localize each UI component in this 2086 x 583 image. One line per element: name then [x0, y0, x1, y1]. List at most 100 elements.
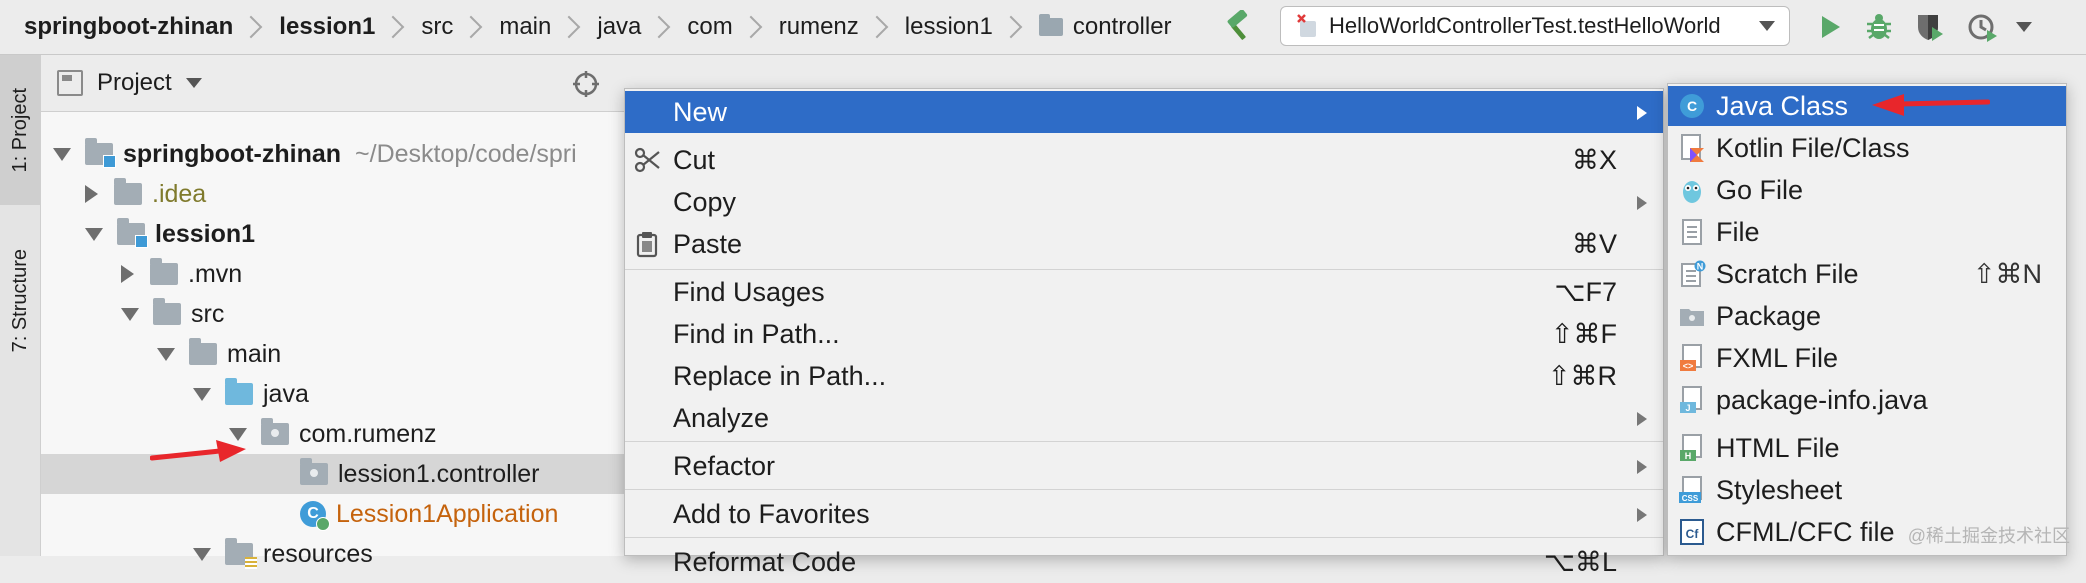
profile-icon[interactable] — [1966, 10, 2000, 44]
expand-arrow-icon[interactable] — [121, 307, 139, 321]
submenu-item-label: Kotlin File/Class — [1716, 132, 1910, 163]
submenu-item-html-file[interactable]: H HTML File — [1668, 428, 2066, 468]
tree-item-lession1-controller[interactable]: lession1.controller — [41, 454, 641, 494]
project-panel-header: Project — [41, 55, 641, 112]
tree-item-label: springboot-zhinan — [123, 139, 342, 168]
module-folder-icon — [117, 218, 148, 248]
menu-item-new[interactable]: New — [625, 91, 1663, 133]
collapse-arrow-icon[interactable] — [85, 185, 98, 203]
menu-item-label: Analyze — [673, 402, 770, 433]
package-icon — [1678, 302, 1706, 330]
tab-structure[interactable]: 7: Structure — [0, 241, 40, 361]
expand-arrow-icon[interactable] — [85, 227, 103, 241]
menu-separator — [625, 537, 1663, 538]
resources-folder-icon — [225, 538, 257, 569]
tree-item-label: com.rumenz — [299, 419, 437, 448]
tree-item-lession1-application[interactable]: C Lession1Application — [41, 494, 641, 534]
submenu-item-kotlin-file[interactable]: Kotlin File/Class — [1668, 128, 2066, 168]
project-icon — [57, 70, 83, 96]
menu-item-copy[interactable]: Copy — [625, 181, 1663, 223]
tree-item-src[interactable]: src — [41, 294, 641, 334]
new-submenu: C Java Class Kotlin File/Class Go File F… — [1667, 83, 2067, 556]
expand-arrow-icon[interactable] — [53, 147, 71, 161]
menu-item-refactor[interactable]: Refactor — [625, 445, 1663, 487]
project-panel: Project springboot-zhinan ~/Desktop/code… — [41, 55, 641, 569]
svg-text:Cf: Cf — [1686, 527, 1700, 541]
tree-item-label: lession1 — [155, 219, 256, 248]
tree-item-mvn[interactable]: .mvn — [41, 254, 641, 294]
run-configuration-label: HelloWorldControllerTest.testHelloWorld — [1329, 13, 1721, 38]
breadcrumb-item-com[interactable]: com — [687, 13, 778, 41]
folder-icon — [189, 338, 217, 365]
tool-window-strip: 1: Project 7: Structure — [0, 55, 41, 556]
submenu-item-package-info[interactable]: J package-info.java — [1668, 380, 2066, 420]
menu-item-shortcut: ⇧⌘F — [1550, 318, 1617, 349]
submenu-item-stylesheet[interactable]: CSS Stylesheet — [1668, 470, 2066, 510]
build-hammer-icon[interactable] — [1222, 10, 1256, 44]
run-configuration-select[interactable]: HelloWorldControllerTest.testHelloWorld — [1280, 6, 1790, 46]
submenu-arrow-icon — [1637, 508, 1647, 522]
expand-arrow-icon[interactable] — [193, 547, 211, 561]
menu-item-analyze[interactable]: Analyze — [625, 397, 1663, 439]
breadcrumb-item-project[interactable]: springboot-zhinan — [24, 13, 279, 41]
debug-icon[interactable] — [1862, 10, 1896, 44]
breadcrumb-item-controller[interactable]: controller — [1038, 13, 1172, 41]
breadcrumb-label: lession1 — [279, 13, 376, 40]
breadcrumb-item-main[interactable]: main — [499, 13, 597, 41]
expand-arrow-icon[interactable] — [157, 347, 175, 361]
svg-text:<>: <> — [1683, 361, 1694, 371]
clipboard-icon — [636, 232, 658, 258]
tree-item-java[interactable]: java — [41, 374, 641, 414]
submenu-item-label: Java Class — [1716, 90, 1849, 121]
submenu-item-scratch-file[interactable]: N Scratch File ⇧⌘N — [1668, 254, 2066, 294]
breadcrumb-label: lession1 — [904, 13, 993, 40]
coverage-icon[interactable] — [1912, 10, 1946, 44]
module-folder-icon — [85, 138, 116, 168]
run-icon[interactable] — [1813, 10, 1847, 44]
menu-item-reformat-code[interactable]: Reformat Code ⌥⌘L — [625, 541, 1663, 583]
breadcrumb-item-rumenz[interactable]: rumenz — [779, 13, 905, 41]
submenu-item-java-class[interactable]: C Java Class — [1668, 86, 2066, 126]
scissors-icon — [634, 147, 660, 173]
tab-project[interactable]: 1: Project — [0, 55, 40, 205]
tree-item-main[interactable]: main — [41, 334, 641, 374]
expand-arrow-icon[interactable] — [229, 427, 247, 441]
breadcrumb-item-src[interactable]: src — [421, 13, 499, 41]
breadcrumb-item-java[interactable]: java — [597, 13, 687, 41]
submenu-item-fxml-file[interactable]: <> FXML File — [1668, 338, 2066, 378]
menu-item-replace-in-path[interactable]: Replace in Path... ⇧⌘R — [625, 355, 1663, 397]
tree-item-label: java — [263, 379, 309, 408]
breadcrumb-label: com — [687, 13, 733, 40]
menu-item-label: Refactor — [673, 450, 776, 481]
tree-item-project-root[interactable]: springboot-zhinan ~/Desktop/code/spri — [41, 134, 641, 174]
menu-item-paste[interactable]: Paste ⌘V — [625, 223, 1663, 265]
submenu-item-file[interactable]: File — [1668, 212, 2066, 252]
package-icon — [300, 458, 328, 485]
tab-structure-label: 7: Structure — [8, 249, 31, 353]
submenu-item-package[interactable]: Package — [1668, 296, 2066, 336]
chevron-down-icon — [1759, 21, 1775, 31]
menu-item-find-in-path[interactable]: Find in Path... ⇧⌘F — [625, 313, 1663, 355]
chevron-right-icon — [460, 15, 483, 39]
tree-item-com-rumenz[interactable]: com.rumenz — [41, 414, 641, 454]
menu-item-find-usages[interactable]: Find Usages ⌥F7 — [625, 271, 1663, 313]
collapse-arrow-icon[interactable] — [121, 265, 134, 283]
menu-item-add-to-favorites[interactable]: Add to Favorites — [625, 493, 1663, 535]
chevron-down-icon[interactable] — [2016, 22, 2032, 32]
menu-item-label: Replace in Path... — [673, 360, 887, 391]
locate-icon[interactable] — [571, 69, 601, 99]
html-file-icon: H — [1678, 434, 1706, 462]
menu-item-cut[interactable]: Cut ⌘X — [625, 139, 1663, 181]
submenu-item-go-file[interactable]: Go File — [1668, 170, 2066, 210]
tree-item-resources[interactable]: resources — [41, 534, 641, 574]
tree-item-lession1[interactable]: lession1 — [41, 214, 641, 254]
breadcrumb-label: springboot-zhinan — [24, 13, 234, 40]
breadcrumb-item-module[interactable]: lession1 — [279, 13, 421, 41]
breadcrumb-item-lession1-pkg[interactable]: lession1 — [905, 13, 1039, 41]
annotation-arrow-icon — [150, 440, 246, 462]
tree-item-idea[interactable]: .idea — [41, 174, 641, 214]
chevron-right-icon — [999, 15, 1023, 39]
project-view-selector[interactable]: Project — [57, 69, 202, 97]
expand-arrow-icon[interactable] — [193, 387, 211, 401]
kotlin-file-icon — [1678, 134, 1706, 162]
